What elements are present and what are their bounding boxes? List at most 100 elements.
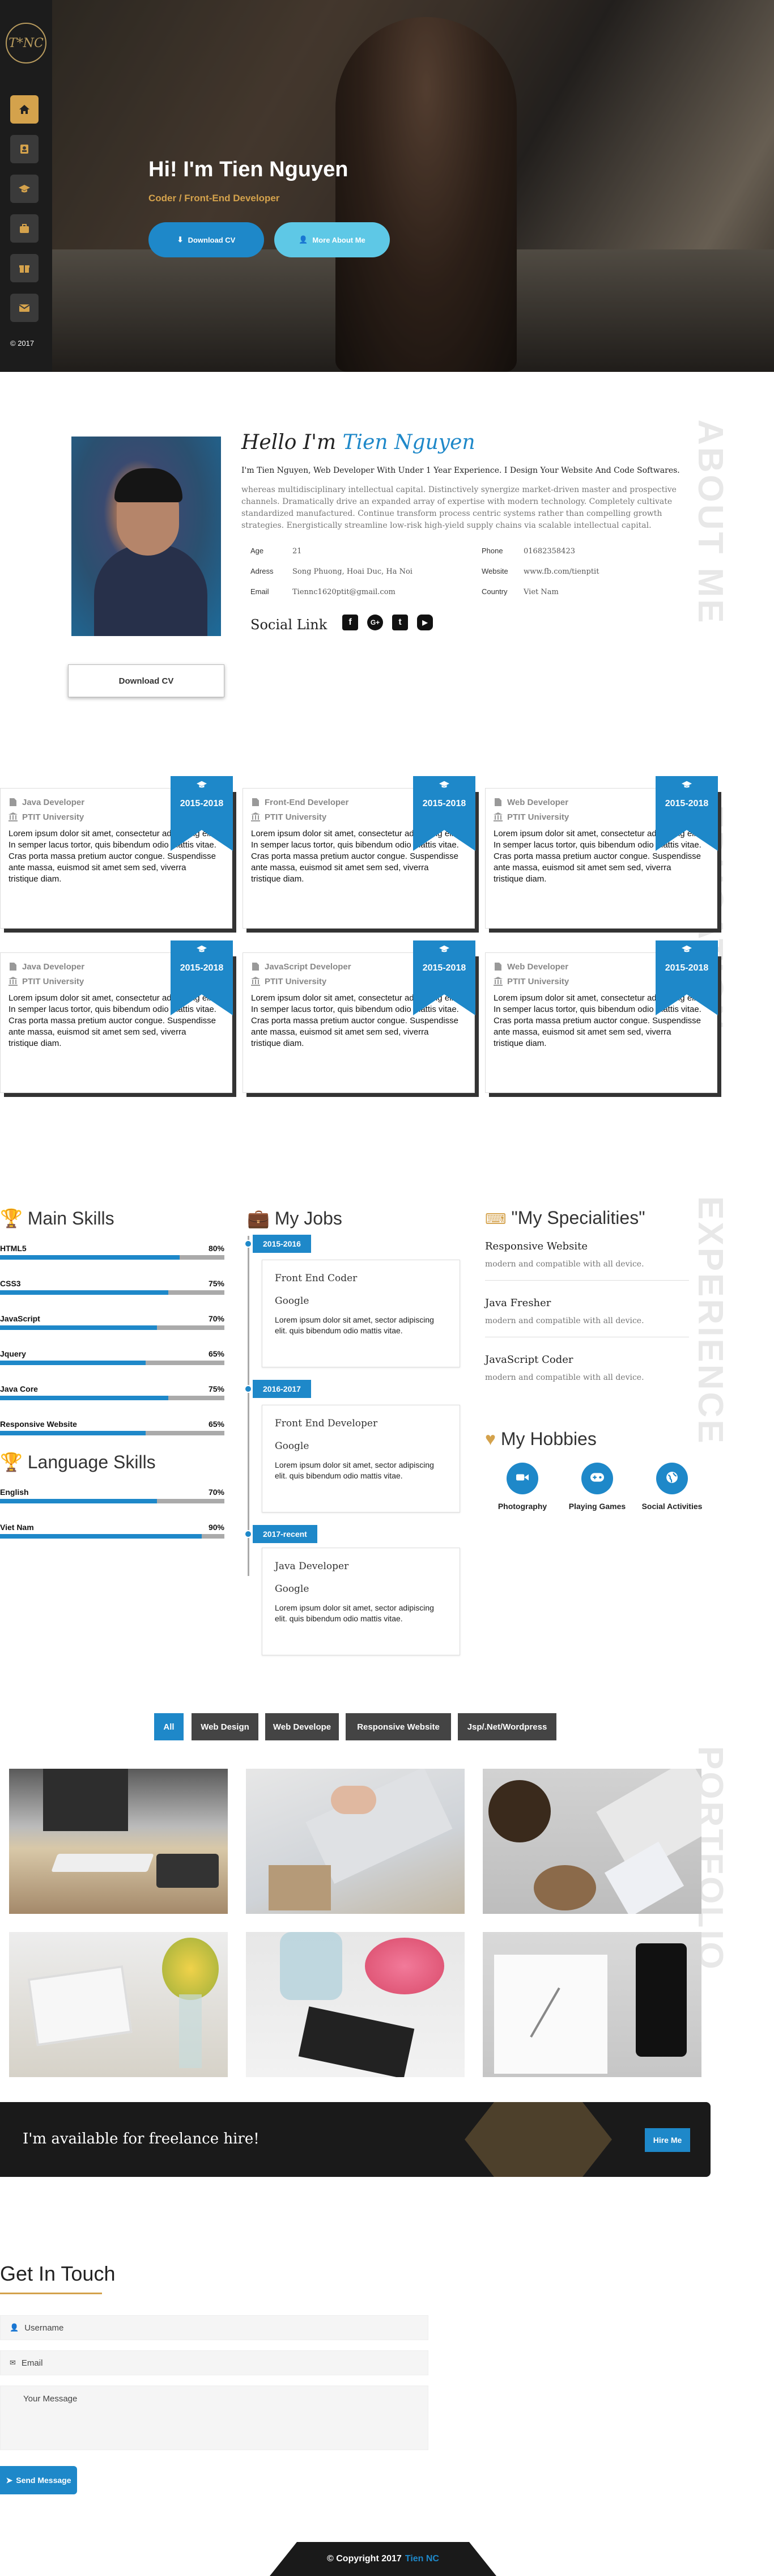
email-field[interactable]: ✉ Email (0, 2350, 428, 2375)
gift-icon (19, 265, 29, 273)
nav-portfolio[interactable] (10, 254, 39, 282)
about-section-title: ABOUT ME (691, 420, 730, 625)
user-icon: 👤 (10, 2323, 19, 2332)
skill-bar-fill (0, 1255, 180, 1260)
envelope-icon: ✉ (10, 2358, 16, 2367)
education-title: Web Developer (507, 961, 569, 972)
nav-about[interactable] (10, 135, 39, 163)
hobby-button[interactable] (507, 1463, 538, 1494)
skill-percent: 65% (208, 1420, 224, 1429)
speciality-description: modern and compatible with all device. (485, 1316, 644, 1325)
portfolio-item-white-laptop[interactable] (9, 1932, 228, 2077)
about-download-cv-button[interactable]: Download CV (68, 664, 224, 697)
nav-education[interactable] (10, 175, 39, 203)
hobby-label: Photography (497, 1502, 547, 1511)
username-field[interactable]: 👤 Username (0, 2315, 428, 2340)
language-bar-fill (0, 1534, 202, 1539)
job-description: Lorem ipsum dolor sit amet, sector adipi… (275, 1460, 434, 1480)
portfolio-filter-1[interactable]: Web Design (192, 1713, 258, 1740)
info-email: Email Tiennc1620ptit@gmail.com (250, 587, 395, 596)
institution-icon (8, 977, 18, 986)
education-school: PTIT University (22, 976, 84, 986)
graduation-cap-icon (197, 781, 207, 789)
institution-icon (251, 812, 260, 821)
gamepad-icon (590, 1472, 604, 1485)
hero-subtitle: Coder / Front-End Developer (148, 193, 280, 204)
skill-percent: 70% (208, 1314, 224, 1323)
timeline-dot (244, 1385, 252, 1393)
document-icon (251, 962, 260, 971)
specialities-heading: ⌨ "My Specialities" (485, 1208, 645, 1228)
education-years: 2015-2018 (180, 799, 224, 808)
page: T*NC © 2017 Hi! I'm Tien Nguyen Coder / … (0, 0, 774, 2576)
portfolio-item-flowers-notebook[interactable] (246, 1932, 465, 2077)
send-icon: ➤ (6, 2475, 13, 2485)
portfolio-item-coffee-phone[interactable] (483, 1769, 701, 1914)
twitter-icon[interactable]: t (392, 615, 408, 630)
portfolio-item-phone-pen[interactable] (483, 1932, 701, 2077)
portfolio-filter-0[interactable]: All (154, 1713, 184, 1740)
freelance-banner: I'm available for freelance hire! (0, 2102, 711, 2177)
portfolio-item-laptop-typing[interactable] (246, 1769, 465, 1914)
user-icon: 👤 (299, 235, 308, 244)
education-title: JavaScript Developer (265, 961, 351, 972)
job-title: Java Developer (275, 1561, 349, 1572)
info-website: Website www.fb.com/tienptit (482, 567, 599, 576)
speciality-title: Java Fresher (485, 1297, 551, 1309)
education-card: 2015-2018 Front-End Developer PTIT Univers… (243, 776, 475, 929)
job-period-tag: 2016-2017 (253, 1380, 311, 1398)
hobby-label: Social Activities (641, 1502, 703, 1511)
about-intro: I'm Tien Nguyen, Web Developer With Unde… (241, 466, 680, 475)
speciality-title: JavaScript Coder (485, 1354, 573, 1366)
send-message-button[interactable]: ➤ Send Message (0, 2466, 77, 2494)
education-card: 2015-2018 Web Developer PTIT University Lor… (485, 940, 718, 1093)
education-school: PTIT University (265, 812, 327, 822)
info-phone: Phone 01682358423 (482, 546, 575, 556)
site-logo[interactable]: T*NC (6, 23, 46, 63)
jobs-timeline-line (248, 1236, 249, 1576)
briefcase-icon: 💼 (247, 1208, 270, 1228)
job-description: Lorem ipsum dolor sit amet, sector adipi… (275, 1603, 434, 1623)
hobby-button[interactable] (581, 1463, 613, 1494)
education-card: 2015-2018 JavaScript Developer PTIT Univer… (243, 940, 475, 1093)
hero-more-about-button[interactable]: 👤 More About Me (274, 222, 390, 257)
hobby-button[interactable] (656, 1463, 688, 1494)
portfolio-filter-3[interactable]: Responsive Website (346, 1713, 451, 1740)
timeline-dot (244, 1530, 252, 1538)
portfolio-item-imac-desk[interactable] (9, 1769, 228, 1914)
education-title: Web Developer (507, 797, 569, 807)
about-greeting: Hello I'm Tien Nguyen (241, 431, 475, 454)
footer: © Copyright 2017 Tien NC (270, 2542, 496, 2576)
footer-author-link[interactable]: Tien NC (405, 2554, 439, 2564)
message-field[interactable]: Your Message (0, 2386, 428, 2450)
job-card: Front End Developer Google Lorem ipsum dol… (262, 1405, 460, 1512)
language-bar (0, 1499, 224, 1503)
job-company: Google (275, 1440, 309, 1452)
skill-bar (0, 1361, 224, 1365)
institution-icon (8, 812, 18, 821)
info-address: Adress Song Phuong, Hoai Duc, Ha Noi (250, 567, 412, 576)
youtube-icon[interactable]: ▶ (417, 615, 433, 630)
education-years: 2015-2018 (665, 963, 709, 973)
hero-download-button[interactable]: ⬇ Download CV (148, 222, 264, 257)
skill-name: CSS3 (0, 1279, 21, 1288)
video-camera-icon (516, 1473, 529, 1485)
speciality-divider (485, 1280, 689, 1281)
nav-experience[interactable] (10, 214, 39, 243)
google-plus-icon[interactable]: G+ (367, 615, 383, 630)
hire-me-button[interactable]: Hire Me (645, 2128, 690, 2152)
document-icon (8, 962, 18, 971)
portfolio-filter-2[interactable]: Web Develope (265, 1713, 339, 1740)
info-country: Country Viet Nam (482, 587, 559, 596)
job-card: Front End Coder Google Lorem ipsum dolor s… (262, 1260, 460, 1367)
job-description: Lorem ipsum dolor sit amet, sector adipi… (275, 1315, 434, 1335)
institution-icon (494, 812, 503, 821)
timeline-dot (244, 1240, 252, 1248)
keyboard-icon: ⌨ (485, 1210, 507, 1227)
nav-contact[interactable] (10, 294, 39, 322)
skill-bar (0, 1255, 224, 1260)
facebook-icon[interactable]: f (342, 615, 358, 630)
hero-section (52, 0, 774, 372)
nav-home[interactable] (10, 95, 39, 124)
portfolio-filter-4[interactable]: Jsp/.Net/Wordpress (458, 1713, 556, 1740)
